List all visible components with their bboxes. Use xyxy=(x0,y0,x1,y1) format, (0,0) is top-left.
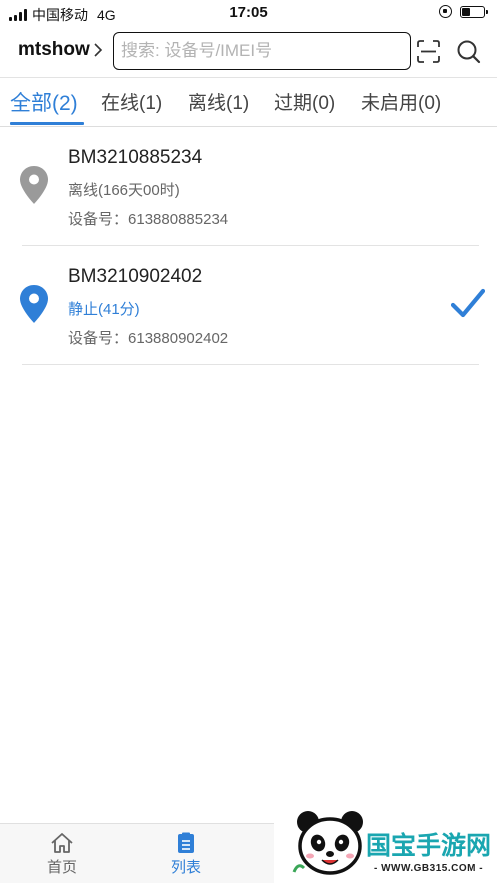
device-imei: 设备号：613880885234 xyxy=(68,208,228,229)
row-divider xyxy=(22,364,479,365)
battery-icon xyxy=(460,5,488,18)
checkmark-icon[interactable] xyxy=(451,288,485,320)
nav-list-label: 列表 xyxy=(170,859,201,876)
nav-home[interactable]: 首页 xyxy=(22,832,102,877)
search-box[interactable] xyxy=(113,32,411,70)
imei-value: 613880902402 xyxy=(128,330,229,347)
account-switcher[interactable]: mtshow xyxy=(18,39,103,61)
device-status: 静止(41分) xyxy=(68,301,140,318)
device-name: BM3210885234 xyxy=(68,147,203,168)
battery-fill xyxy=(462,7,471,16)
device-row[interactable]: BM3210902402 静止(41分) 设备号：613880902402 xyxy=(0,246,497,365)
home-icon xyxy=(51,833,73,853)
scan-icon[interactable] xyxy=(417,40,440,63)
status-time: 17:05 xyxy=(229,4,268,21)
watermark-url: - WWW.GB315.COM - xyxy=(374,863,484,874)
active-tab-indicator xyxy=(10,122,84,125)
tab-all[interactable]: 全部(2) xyxy=(10,87,78,117)
account-name: mtshow xyxy=(18,39,90,60)
location-pin-icon xyxy=(20,285,48,323)
watermark: 国宝手游网 - WWW.GB315.COM - xyxy=(274,800,497,883)
chevron-right-icon xyxy=(94,43,102,57)
tab-inactive[interactable]: 未启用(0) xyxy=(361,88,441,115)
search-icon[interactable] xyxy=(456,39,481,64)
status-right xyxy=(439,5,488,18)
device-imei: 设备号：613880902402 xyxy=(68,327,228,348)
device-name: BM3210902402 xyxy=(68,266,203,287)
panda-logo-icon xyxy=(292,811,363,875)
orientation-lock-icon xyxy=(439,5,452,18)
location-pin-icon xyxy=(20,166,48,204)
status-tabs: 全部(2) 在线(1) 离线(1) 过期(0) 未启用(0) xyxy=(0,80,497,126)
nav-home-label: 首页 xyxy=(46,859,77,876)
header-divider xyxy=(0,77,497,78)
tab-expired[interactable]: 过期(0) xyxy=(274,88,335,115)
imei-value: 613880885234 xyxy=(128,211,229,228)
list-icon xyxy=(178,832,194,853)
watermark-brand: 国宝手游网 xyxy=(366,832,492,860)
imei-label: 设备号： xyxy=(68,211,129,228)
nav-list[interactable]: 列表 xyxy=(146,832,226,877)
tab-online[interactable]: 在线(1) xyxy=(101,88,162,115)
search-input[interactable] xyxy=(121,41,410,61)
imei-label: 设备号： xyxy=(68,330,129,347)
tab-offline[interactable]: 离线(1) xyxy=(188,88,249,115)
device-list: BM3210885234 离线(166天00时) 设备号：61388088523… xyxy=(0,127,497,365)
status-bar: 中国移动 4G 17:05 xyxy=(0,0,497,26)
device-status: 离线(166天00时) xyxy=(68,182,180,199)
device-row[interactable]: BM3210885234 离线(166天00时) 设备号：61388088523… xyxy=(0,127,497,246)
header: mtshow xyxy=(0,30,497,72)
